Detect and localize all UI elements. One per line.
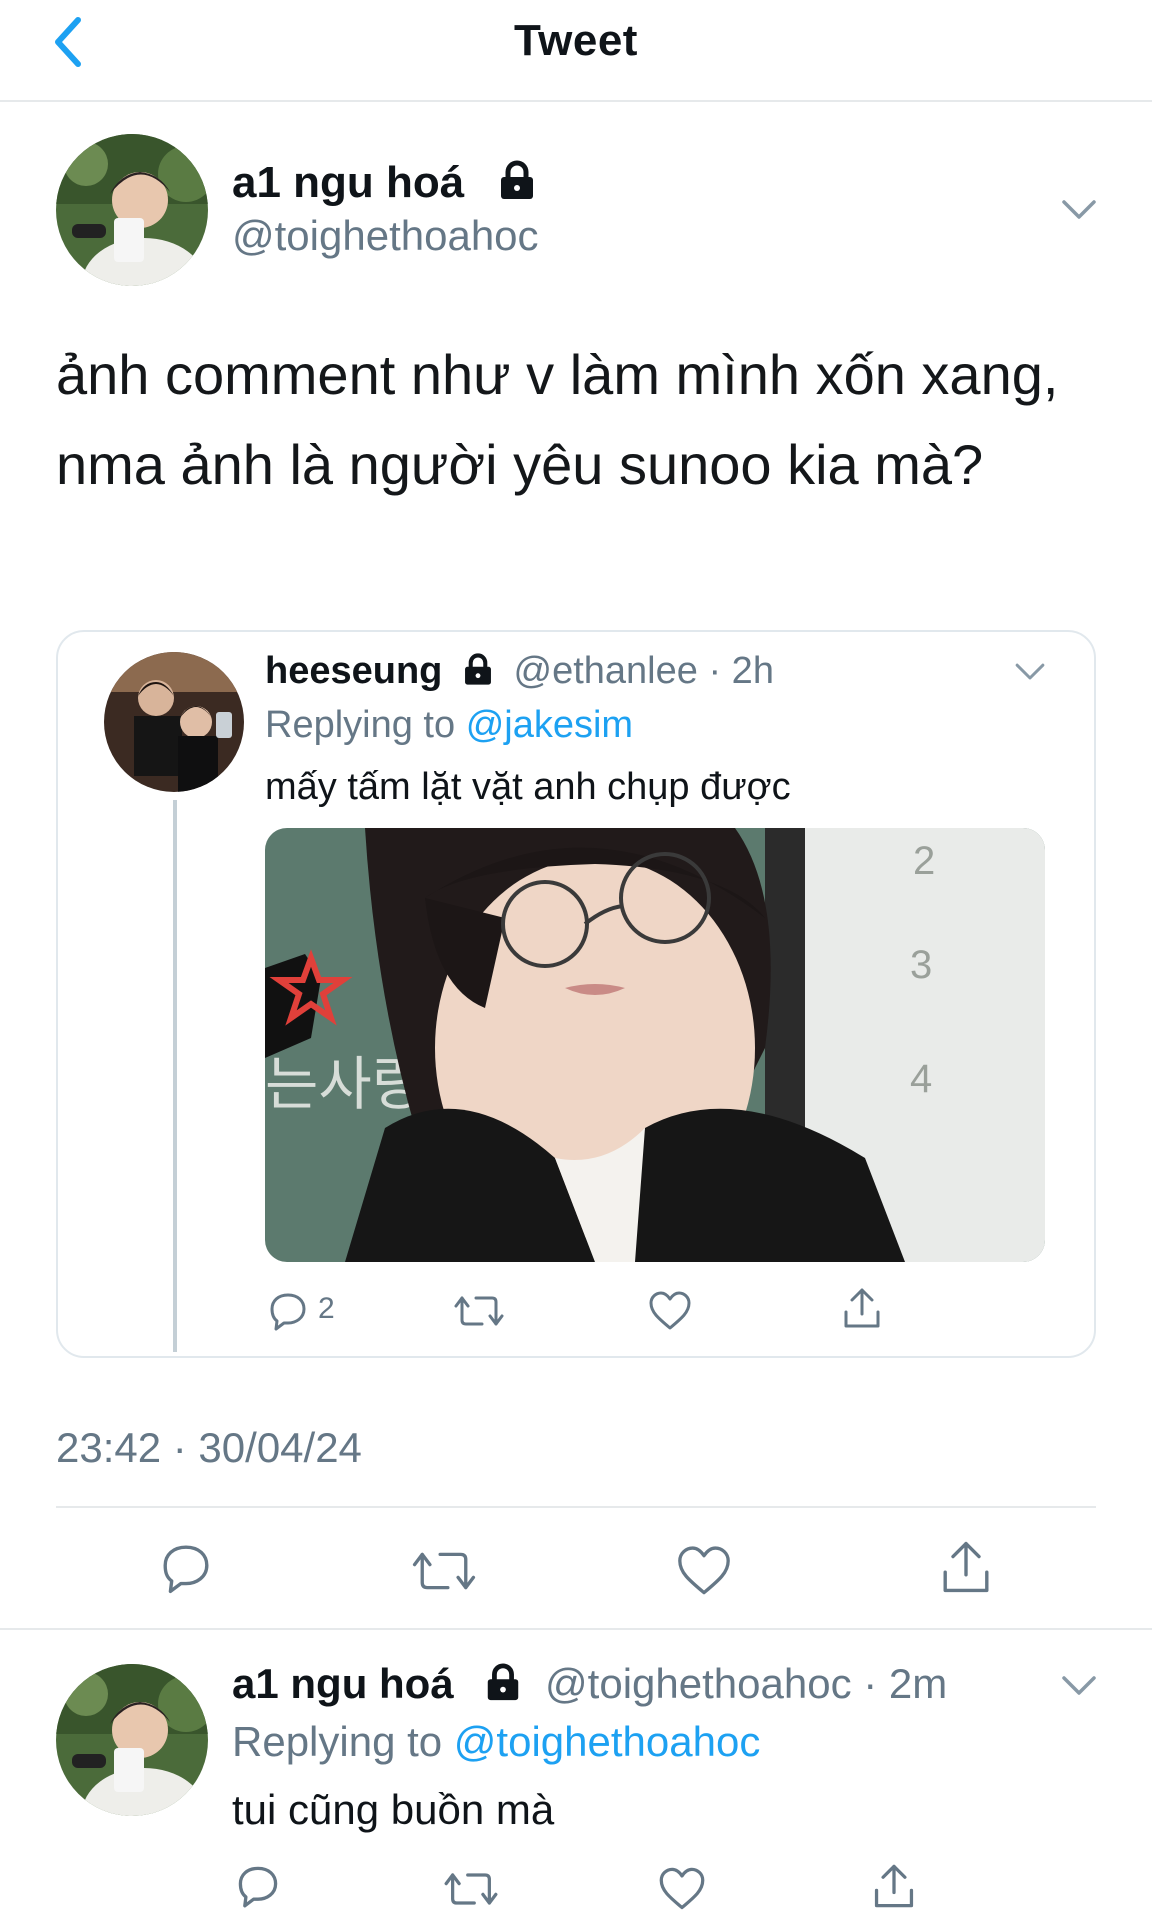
share-icon[interactable] [940, 1538, 992, 1596]
lock-icon [488, 1663, 519, 1701]
reply-count: 2 [318, 1292, 335, 1325]
retweet-icon[interactable] [412, 1544, 476, 1598]
share-icon[interactable] [872, 1862, 916, 1910]
lock-icon [501, 160, 534, 200]
reply-icon[interactable] [268, 1291, 308, 1331]
replying-to-link[interactable]: @jakesim [466, 704, 633, 746]
reply-tweet-time: · 2m [863, 1660, 948, 1707]
chevron-down-icon[interactable] [1060, 1672, 1098, 1700]
thread-line [173, 800, 177, 1352]
reply-icon[interactable] [236, 1864, 280, 1908]
divider [56, 1506, 1096, 1508]
like-icon[interactable] [676, 1544, 732, 1598]
like-icon[interactable] [648, 1290, 692, 1332]
quoted-tweet-image[interactable]: 2 3 4 는사랑 [265, 828, 1045, 1262]
divider [0, 1628, 1152, 1630]
quoted-author-handle[interactable]: @ethanlee [514, 650, 698, 692]
retweet-icon[interactable] [454, 1290, 504, 1332]
tweet-timestamp: 23:42 · 30/04/24 [56, 1424, 362, 1471]
svg-text:3: 3 [910, 943, 932, 987]
replying-label: Replying to [232, 1718, 443, 1765]
quoted-tweet-text: mấy tấm lặt vặt anh chụp được [265, 766, 791, 808]
author-name[interactable]: a1 ngu hoá [232, 158, 464, 207]
avatar[interactable] [56, 134, 208, 286]
chevron-down-icon[interactable] [1060, 196, 1098, 224]
chevron-down-icon[interactable] [1013, 660, 1047, 684]
share-icon[interactable] [842, 1286, 882, 1330]
svg-text:2: 2 [913, 839, 935, 883]
reply-icon[interactable] [160, 1542, 212, 1594]
quoted-tweet-time: · 2h [708, 650, 774, 692]
quoted-author-name[interactable]: heeseung [265, 650, 442, 692]
replying-to-link[interactable]: @toighethoahoc [454, 1718, 761, 1765]
replying-label: Replying to [265, 704, 456, 746]
retweet-icon[interactable] [444, 1866, 498, 1912]
quoted-avatar[interactable] [104, 652, 244, 792]
reply-author-handle[interactable]: @toighethoahoc [545, 1660, 852, 1707]
top-bar: Tweet [0, 0, 1152, 102]
author-handle[interactable]: @toighethoahoc [232, 212, 539, 260]
reply-avatar[interactable] [56, 1664, 208, 1816]
svg-text:4: 4 [910, 1057, 932, 1101]
tweet-text: ảnh comment như v làm mình xốn xang, nma… [56, 343, 1059, 496]
lock-icon [465, 653, 491, 685]
reply-tweet-text: tui cũng buồn mà [232, 1786, 555, 1833]
reply-author-name[interactable]: a1 ngu hoá [232, 1660, 454, 1707]
like-icon[interactable] [658, 1866, 706, 1912]
page-title: Tweet [514, 16, 638, 65]
